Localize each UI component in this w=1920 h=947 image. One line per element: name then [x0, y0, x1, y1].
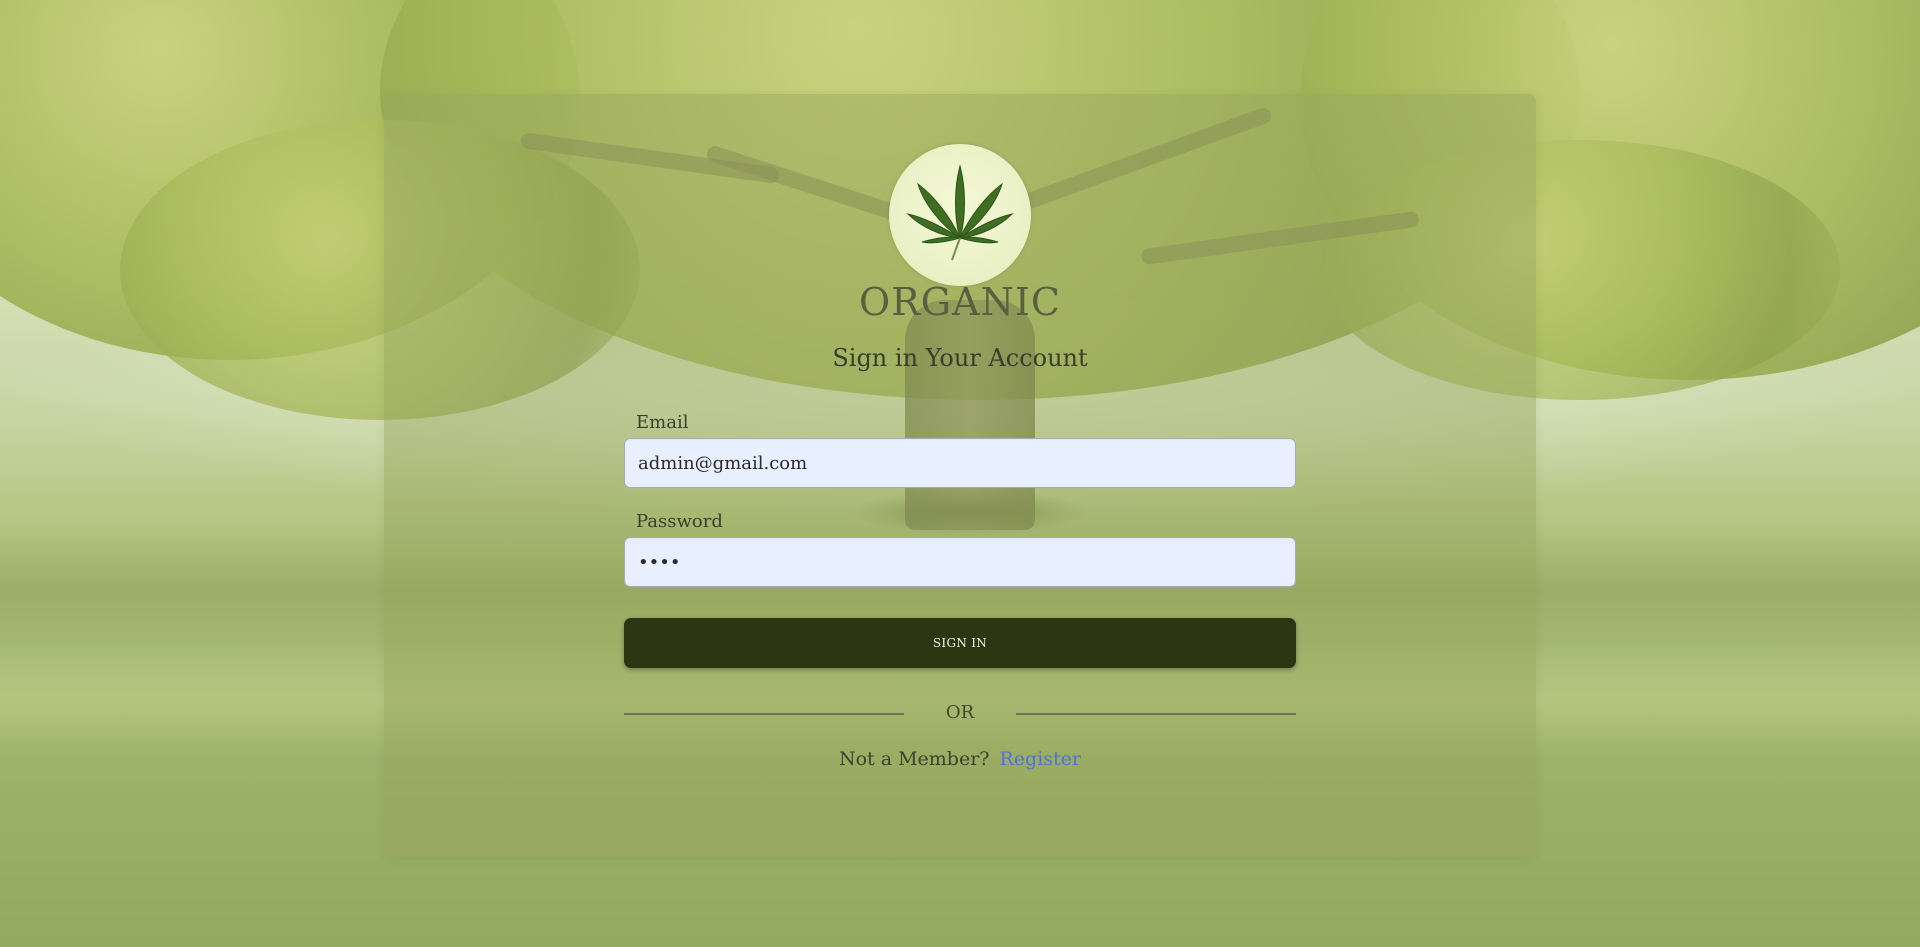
login-card: ORGANIC Sign in Your Account Email Passw…	[384, 94, 1536, 857]
email-field[interactable]	[624, 438, 1296, 488]
sign-in-button[interactable]: SIGN IN	[624, 618, 1296, 668]
password-field[interactable]	[624, 537, 1296, 587]
brand-block: ORGANIC	[384, 144, 1536, 324]
cannabis-leaf-icon	[906, 164, 1014, 261]
page-title: Sign in Your Account	[832, 344, 1088, 372]
or-divider: OR	[624, 700, 1296, 730]
logo	[889, 144, 1031, 286]
brand-name: ORGANIC	[859, 280, 1061, 324]
login-form: Email Password SIGN IN OR Not a Member? R…	[624, 409, 1296, 770]
register-prompt: Not a Member?	[838, 748, 990, 770]
register-link[interactable]: Register	[999, 748, 1081, 770]
password-label: Password	[636, 511, 723, 532]
register-prompt-row: Not a Member? Register	[624, 748, 1296, 770]
divider-line-right	[1016, 713, 1296, 715]
email-label: Email	[636, 412, 689, 433]
